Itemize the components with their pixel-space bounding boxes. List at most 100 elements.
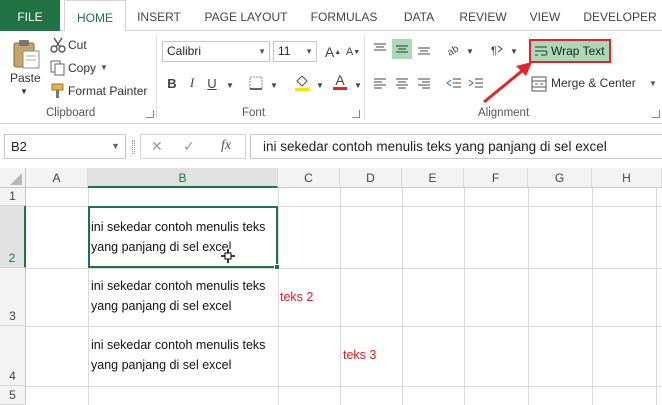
column-header-e[interactable]: E [402,168,464,188]
tab-insert[interactable]: INSERT [130,0,188,31]
wrap-text-button[interactable]: Wrap Text [529,39,611,63]
clipboard-group-label: Clipboard [46,107,96,119]
alignment-launcher-icon[interactable] [652,110,660,118]
bottom-align-icon [418,47,430,55]
font-name-value: Calibri [167,44,202,58]
formula-input[interactable]: ini sekedar contoh menulis teks yang pan… [250,134,662,159]
row-number: 2 [8,251,16,265]
svg-text:¶: ¶ [491,45,497,56]
tab-file[interactable]: FILE [0,0,60,31]
tab-formulas[interactable]: FORMULAS [304,0,384,31]
column-header-h[interactable]: H [592,168,662,188]
merge-center-button[interactable]: Merge & Center ▼ [530,73,662,95]
font-color-dropdown-icon[interactable]: ▼ [348,75,368,95]
paste-icon [13,40,40,69]
row-number: 5 [9,388,16,402]
italic-button[interactable]: I [182,73,202,93]
column-header-a[interactable]: A [26,168,88,188]
gridline [528,188,529,405]
column-header-f[interactable]: F [464,168,528,188]
align-center-icon [396,78,408,89]
fill-handle[interactable] [274,264,280,270]
insert-function-icon[interactable]: fx [221,138,231,154]
group-divider [156,35,157,119]
copy-label: Copy [68,61,97,75]
clipboard-launcher-icon[interactable] [146,110,154,118]
column-header-b[interactable]: B [88,168,278,188]
row-number: 4 [9,369,16,383]
tab-data[interactable]: DATA [392,0,446,31]
cell-d4: teks 3 [343,348,377,362]
merge-dropdown-icon[interactable]: ▼ [649,79,657,88]
annotation-arrow-icon [483,62,532,104]
row-header-3[interactable]: 3 [0,268,26,326]
borders-button[interactable] [246,73,266,93]
cut-label: Cut [68,38,87,52]
orientation-dropdown-icon[interactable]: ▼ [460,41,480,61]
cut-button[interactable]: Cut [50,36,110,54]
font-name-select[interactable]: Calibri ▼ [162,41,270,62]
name-box[interactable]: B2 ▼ [4,134,126,159]
formula-bar: B2 ▼ ✕ ✓ fx ini sekedar contoh menulis t… [0,124,662,168]
tab-page-layout[interactable]: PAGE LAYOUT [196,0,296,31]
tab-home[interactable]: HOME [64,0,126,32]
tab-review[interactable]: REVIEW [454,0,512,31]
copy-button[interactable]: Copy ▼ [50,59,110,77]
paste-dropdown-icon[interactable]: ▼ [20,87,28,96]
decrease-indent-icon [446,78,461,88]
borders-icon [249,76,263,90]
fill-color-button[interactable] [292,73,312,93]
fill-color-dropdown-icon[interactable]: ▼ [310,75,330,95]
format-painter-button[interactable]: Format Painter [50,82,150,100]
middle-align-icon [396,45,408,53]
underline-button[interactable]: U [202,73,222,93]
formula-buttons: ✕ ✓ fx [140,134,246,159]
ribbon-home: Paste ▼ Cut Copy ▼ Format Painter Clipbo… [0,31,662,124]
row-header-5[interactable]: 5 [0,386,26,405]
row-header-2[interactable]: 2 [0,206,26,268]
row-header-1[interactable]: 1 [0,188,26,206]
select-all-corner[interactable] [0,168,26,188]
gridline [402,188,403,405]
font-launcher-icon[interactable] [352,110,360,118]
tab-view[interactable]: VIEW [520,0,570,31]
text-direction-button[interactable]: ¶ [486,39,506,59]
group-divider [364,35,365,119]
bottom-align-button[interactable] [414,39,434,59]
align-right-button[interactable] [414,73,434,93]
tab-developer[interactable]: DEVELOPER [578,0,662,31]
borders-dropdown-icon[interactable]: ▼ [264,75,284,95]
column-header-g[interactable]: G [528,168,592,188]
top-align-button[interactable] [370,39,390,59]
gridline [278,188,279,405]
font-color-button[interactable]: A [330,71,350,91]
align-center-button[interactable] [392,73,412,93]
cell-b4-line-1: ini sekedar contoh menulis teks [91,338,266,352]
copy-dropdown-icon[interactable]: ▼ [100,63,108,72]
decrease-indent-button[interactable] [444,73,464,93]
underline-dropdown-icon[interactable]: ▼ [220,75,240,95]
cancel-icon[interactable]: ✕ [151,138,163,155]
decrease-font-size-icon[interactable]: A ▼ [343,42,363,62]
font-size-select[interactable]: 11 ▼ [273,41,317,62]
active-cell-b2[interactable] [88,206,278,268]
worksheet-grid[interactable]: A B C D E F G H 1 2 3 4 5 ini sekedar co… [0,168,662,405]
align-left-button[interactable] [370,73,390,93]
name-box-value: B2 [11,139,27,154]
row-header-4[interactable]: 4 [0,326,26,386]
column-header-d[interactable]: D [340,168,402,188]
cell-b3-line-1: ini sekedar contoh menulis teks [91,279,266,293]
enter-icon[interactable]: ✓ [183,138,195,155]
align-right-icon [418,78,430,89]
column-header-c[interactable]: C [278,168,340,188]
bold-button[interactable]: B [162,73,182,93]
top-align-icon [374,43,386,51]
increase-font-size-icon[interactable]: A ▲ [323,42,343,62]
font-group-label: Font [242,107,266,119]
paste-button[interactable]: Paste ▼ [6,37,46,103]
cell-c3: teks 2 [280,290,314,304]
row-number: 3 [9,309,16,323]
wrap-text-label: Wrap Text [551,44,605,58]
middle-align-button[interactable] [392,39,412,59]
wrap-text-icon [535,46,548,56]
